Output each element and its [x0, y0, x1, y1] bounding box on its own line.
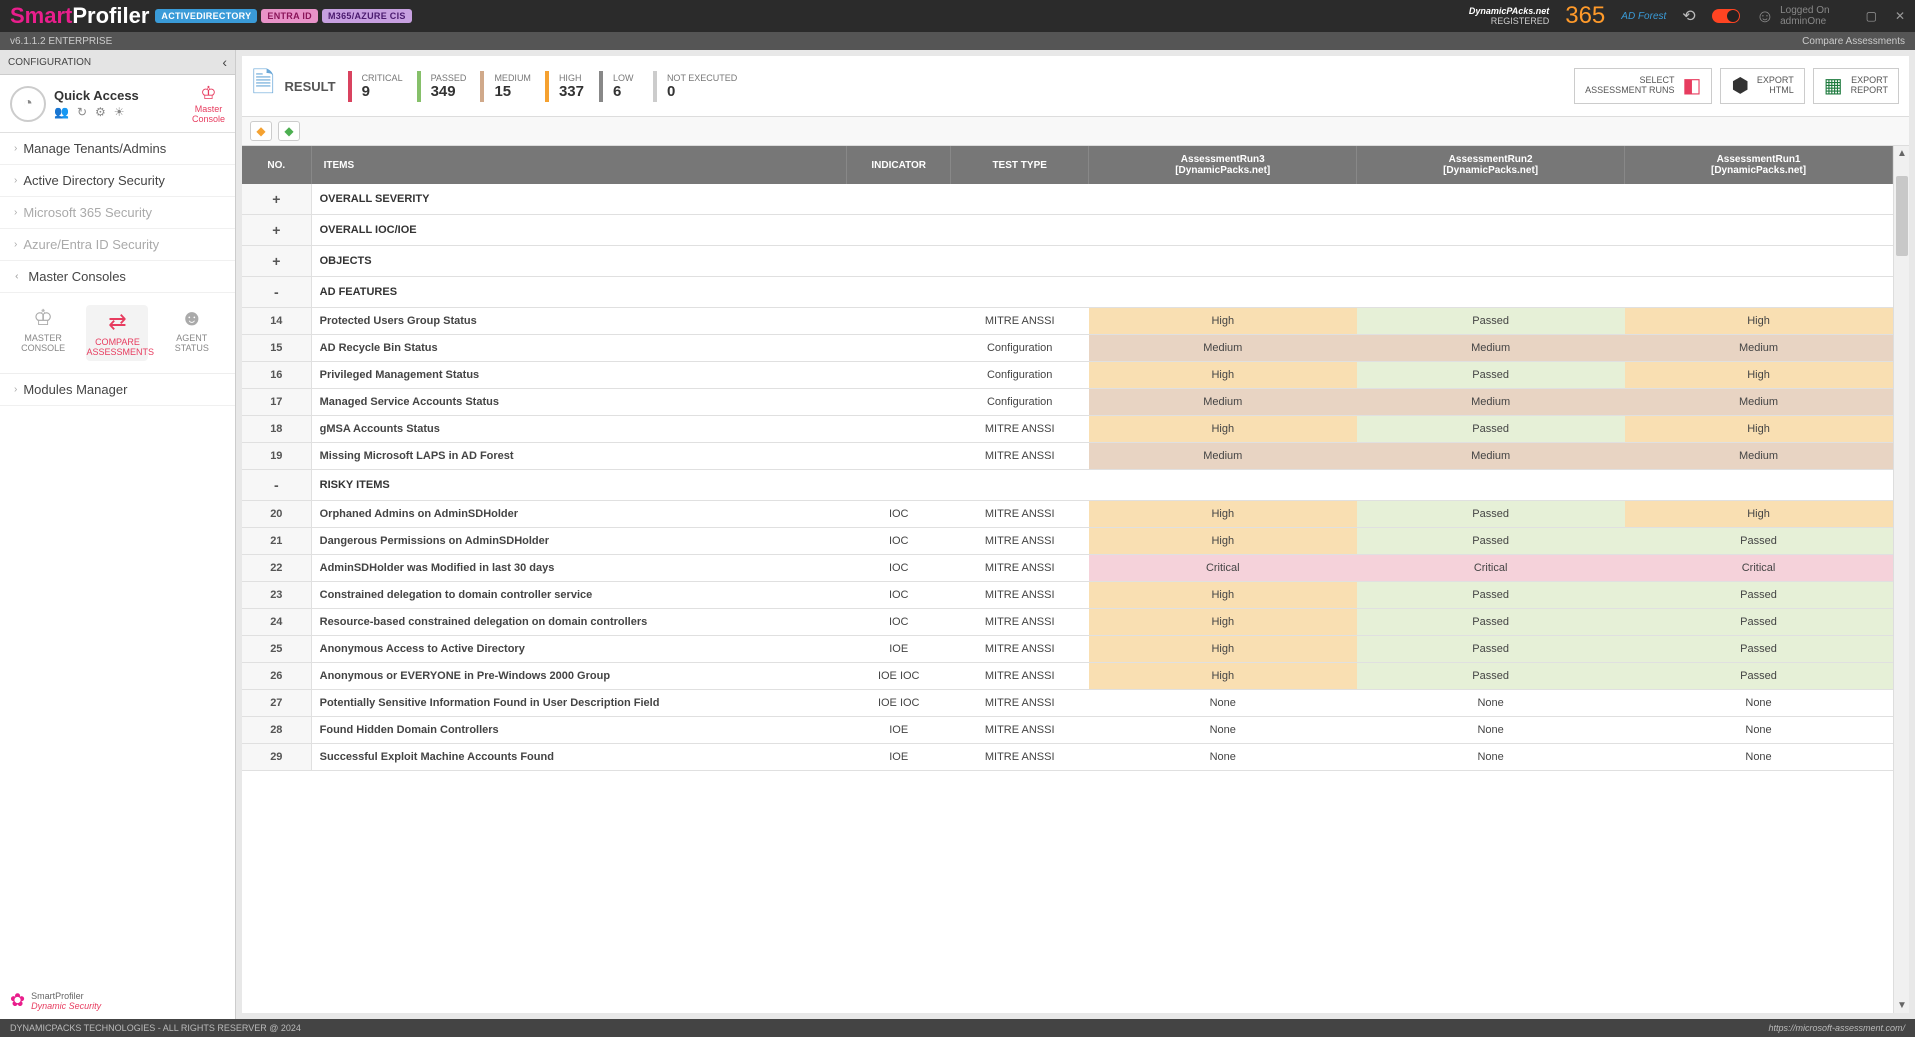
- table-row[interactable]: 22AdminSDHolder was Modified in last 30 …: [242, 555, 1893, 582]
- scroll-up-icon[interactable]: ▲: [1897, 148, 1907, 159]
- badge-activedirectory: ACTIVEDIRECTORY: [155, 9, 257, 23]
- section-row[interactable]: +OBJECTS: [242, 246, 1893, 277]
- result-label: RESULT: [285, 79, 336, 94]
- crown-icon: ♔: [192, 83, 225, 104]
- stat-low: LOW6: [599, 71, 649, 102]
- theme-toggle[interactable]: [1712, 9, 1740, 23]
- expand-green-button[interactable]: ◆: [278, 121, 300, 141]
- users-icon[interactable]: 👥: [54, 105, 69, 119]
- close-icon[interactable]: ✕: [1895, 9, 1905, 23]
- console-master[interactable]: ♔MASTER CONSOLE: [12, 305, 74, 361]
- table-row[interactable]: 14Protected Users Group StatusMITRE ANSS…: [242, 308, 1893, 335]
- nav-modules-manager[interactable]: › Modules Manager: [0, 374, 235, 406]
- badge-entra: ENTRA ID: [261, 9, 318, 23]
- badge-m365: M365/AZURE CIS: [322, 9, 412, 23]
- result-icon: 🗎: [252, 62, 275, 110]
- table-row[interactable]: 20Orphaned Admins on AdminSDHolderIOCMIT…: [242, 501, 1893, 528]
- html-icon: ⬢: [1731, 75, 1748, 97]
- stat-critical: CRITICAL9: [348, 71, 413, 102]
- table-row[interactable]: 19Missing Microsoft LAPS in AD ForestMIT…: [242, 443, 1893, 470]
- col-run1[interactable]: AssessmentRun1 [DynamicPacks.net]: [1625, 146, 1893, 184]
- org-info: DynamicPAcks.net REGISTERED: [1469, 6, 1549, 26]
- scroll-down-icon[interactable]: ▼: [1897, 1000, 1907, 1011]
- table-row[interactable]: 18gMSA Accounts StatusMITRE ANSSIHighPas…: [242, 416, 1893, 443]
- compare-icon: ⇄: [86, 309, 148, 335]
- chevron-right-icon: ›: [14, 143, 17, 154]
- days-counter: 365: [1565, 2, 1605, 30]
- stat-passed: PASSED349: [417, 71, 477, 102]
- crown-icon: ♔: [12, 305, 74, 331]
- table-row[interactable]: 28Found Hidden Domain ControllersIOEMITR…: [242, 717, 1893, 744]
- col-run2[interactable]: AssessmentRun2 [DynamicPacks.net]: [1357, 146, 1625, 184]
- chevron-down-icon: ⌄: [13, 272, 24, 280]
- col-items[interactable]: ITEMS: [311, 146, 847, 184]
- nav-item[interactable]: ›Azure/Entra ID Security: [0, 229, 235, 261]
- nav-item[interactable]: ›Active Directory Security: [0, 165, 235, 197]
- nav-item[interactable]: ›Microsoft 365 Security: [0, 197, 235, 229]
- user-box[interactable]: ☺ Logged OnadminOne: [1756, 5, 1830, 27]
- page-title: Compare Assessments: [1802, 36, 1905, 47]
- refresh-small-icon[interactable]: ↻: [77, 105, 87, 119]
- section-row[interactable]: -AD FEATURES: [242, 277, 1893, 308]
- master-console-shortcut[interactable]: ♔ Master Console: [192, 83, 225, 124]
- stat-high: HIGH337: [545, 71, 595, 102]
- console-agent[interactable]: ☻AGENT STATUS: [161, 305, 223, 361]
- table-row[interactable]: 25Anonymous Access to Active DirectoryIO…: [242, 636, 1893, 663]
- agent-icon: ☻: [161, 305, 223, 331]
- table-row[interactable]: 23Constrained delegation to domain contr…: [242, 582, 1893, 609]
- refresh-icon[interactable]: ⟲: [1682, 6, 1695, 26]
- select-runs-button[interactable]: SELECT ASSESSMENT RUNS◧: [1574, 68, 1712, 104]
- footer-brand: SmartProfiler Dynamic Security: [31, 991, 101, 1011]
- export-report-button[interactable]: ▦EXPORT REPORT: [1813, 68, 1899, 104]
- light-icon[interactable]: ☀: [114, 105, 125, 119]
- table-row[interactable]: 16Privileged Management StatusConfigurat…: [242, 362, 1893, 389]
- col-testtype[interactable]: TEST TYPE: [951, 146, 1089, 184]
- brain-icon: ✿: [10, 990, 25, 1011]
- table-row[interactable]: 26Anonymous or EVERYONE in Pre-Windows 2…: [242, 663, 1893, 690]
- stat-notexecuted: NOT EXECUTED0: [653, 71, 747, 102]
- table-row[interactable]: 27Potentially Sensitive Information Foun…: [242, 690, 1893, 717]
- user-icon: ☺: [1756, 6, 1774, 27]
- table-row[interactable]: 29Successful Exploit Machine Accounts Fo…: [242, 744, 1893, 771]
- table-row[interactable]: 21Dangerous Permissions on AdminSDHolder…: [242, 528, 1893, 555]
- section-row[interactable]: +OVERALL SEVERITY: [242, 184, 1893, 215]
- app-brand: SmartProfiler: [10, 3, 149, 29]
- forest-label: AD Forest: [1621, 11, 1666, 22]
- chevron-left-icon: ‹: [222, 54, 227, 70]
- url-label: https://microsoft-assessment.com/: [1768, 1023, 1905, 1033]
- restore-icon[interactable]: ▢: [1866, 9, 1877, 23]
- nav-item[interactable]: ›Manage Tenants/Admins: [0, 133, 235, 165]
- table-row[interactable]: 24Resource-based constrained delegation …: [242, 609, 1893, 636]
- excel-icon: ▦: [1824, 75, 1843, 97]
- quick-access-label: Quick Access: [54, 88, 139, 103]
- nav-master-consoles[interactable]: ⌄ Master Consoles: [0, 261, 235, 293]
- stat-medium: MEDIUM15: [480, 71, 541, 102]
- results-table: NO. ITEMS INDICATOR TEST TYPE Assessment…: [242, 146, 1893, 771]
- copyright-label: DYNAMICPACKS TECHNOLOGIES - ALL RIGHTS R…: [10, 1023, 301, 1033]
- chevron-right-icon: ›: [14, 207, 17, 218]
- section-row[interactable]: -RISKY ITEMS: [242, 470, 1893, 501]
- col-no[interactable]: NO.: [242, 146, 311, 184]
- table-row[interactable]: 17Managed Service Accounts StatusConfigu…: [242, 389, 1893, 416]
- section-row[interactable]: +OVERALL IOC/IOE: [242, 215, 1893, 246]
- select-icon: ◧: [1683, 75, 1702, 97]
- col-indicator[interactable]: INDICATOR: [847, 146, 951, 184]
- chevron-right-icon: ›: [14, 384, 17, 395]
- table-row[interactable]: 15AD Recycle Bin StatusConfigurationMedi…: [242, 335, 1893, 362]
- console-compare[interactable]: ⇄COMPARE ASSESSMENTS: [86, 305, 148, 361]
- expand-orange-button[interactable]: ◆: [250, 121, 272, 141]
- col-run3[interactable]: AssessmentRun3 [DynamicPacks.net]: [1089, 146, 1357, 184]
- vertical-scrollbar[interactable]: ▲ ▼: [1893, 146, 1909, 1013]
- sliders-icon[interactable]: ⚙: [95, 105, 106, 119]
- config-header[interactable]: CONFIGURATION ‹: [0, 50, 235, 75]
- chevron-right-icon: ›: [14, 175, 17, 186]
- chevron-right-icon: ›: [14, 239, 17, 250]
- export-html-button[interactable]: ⬢EXPORT HTML: [1720, 68, 1804, 104]
- scroll-thumb[interactable]: [1896, 176, 1908, 256]
- gauge-icon: ◔: [10, 86, 46, 122]
- version-label: v6.1.1.2 ENTERPRISE: [10, 36, 112, 47]
